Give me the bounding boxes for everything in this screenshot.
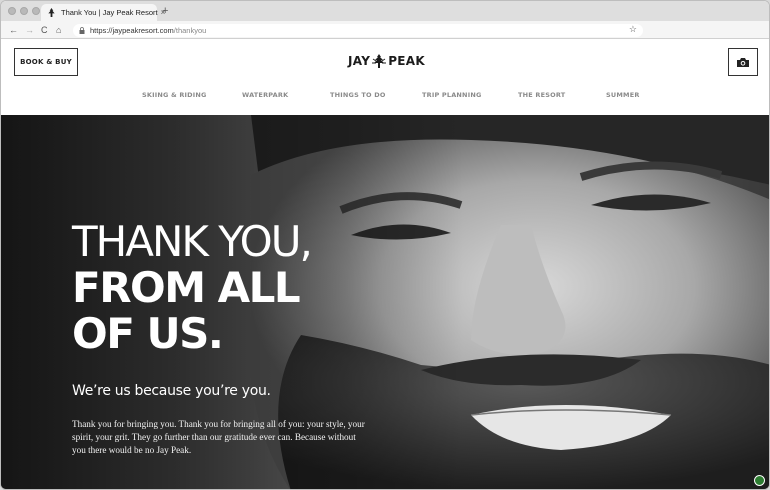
hero-headline: THANK YOU, FROM ALL OF US. — [72, 219, 372, 357]
headline-line-3: OF US. — [72, 309, 224, 358]
minimize-window-button[interactable] — [20, 7, 28, 15]
nav-trip-planning[interactable]: TRIP PLANNING — [422, 91, 482, 99]
tab-title: Thank You | Jay Peak Resort — [61, 8, 158, 17]
home-button[interactable]: ⌂ — [56, 24, 61, 36]
nav-things-to-do[interactable]: THINGS TO DO — [330, 91, 386, 99]
hero-subheading: We’re us because you’re you. — [72, 383, 271, 399]
url-field[interactable]: https://jaypeakresort.com/thankyou ☆ — [73, 24, 643, 37]
url-path: /thankyou — [173, 26, 207, 35]
chat-icon[interactable] — [754, 475, 765, 486]
logo-text-left: JAY — [348, 54, 371, 68]
headline-line-2: FROM ALL — [72, 263, 301, 312]
nav-skiing-riding[interactable]: SKIING & RIDING — [142, 91, 207, 99]
site-header: BOOK & BUY JAY PEAK SKIING & RIDING WATE… — [1, 39, 769, 115]
tree-logo-icon — [372, 54, 387, 68]
nav-the-resort[interactable]: THE RESORT — [518, 91, 565, 99]
hero-body-text: Thank you for bringing you. Thank you fo… — [72, 419, 365, 455]
nav-waterpark[interactable]: WATERPARK — [242, 91, 288, 99]
active-tab[interactable]: Thank You | Jay Peak Resort × — [41, 4, 165, 21]
star-icon[interactable]: ☆ — [629, 24, 637, 35]
website: BOOK & BUY JAY PEAK SKIING & RIDING WATE… — [1, 39, 769, 489]
new-tab-button[interactable]: + — [162, 5, 168, 17]
url-text: https://jaypeakresort.com/thankyou — [90, 26, 206, 35]
tree-favicon-icon — [47, 8, 56, 17]
browser-window: Thank You | Jay Peak Resort × + ← → C ⌂ … — [0, 0, 770, 490]
hero-section: THANK YOU, FROM ALL OF US. We’re us beca… — [1, 115, 769, 489]
headline-line-1: THANK YOU, — [72, 217, 313, 266]
address-toolbar: ← → C ⌂ https://jaypeakresort.com/thanky… — [1, 21, 769, 39]
camera-button[interactable] — [728, 48, 758, 76]
logo-text-right: PEAK — [388, 54, 425, 68]
close-window-button[interactable] — [8, 7, 16, 15]
book-and-buy-button[interactable]: BOOK & BUY — [14, 48, 78, 76]
tab-bar: Thank You | Jay Peak Resort × + — [1, 1, 769, 21]
main-navigation: SKIING & RIDING WATERPARK THINGS TO DO T… — [1, 91, 769, 105]
zoom-window-button[interactable] — [32, 7, 40, 15]
url-host: https://jaypeakresort.com — [90, 26, 174, 35]
forward-button[interactable]: → — [25, 24, 34, 36]
back-button[interactable]: ← — [9, 24, 18, 36]
reload-button[interactable]: C — [41, 24, 48, 36]
nav-summer[interactable]: SUMMER — [606, 91, 640, 99]
lock-icon — [79, 27, 85, 34]
jay-peak-logo[interactable]: JAY PEAK — [348, 54, 425, 68]
camera-icon — [737, 57, 749, 67]
